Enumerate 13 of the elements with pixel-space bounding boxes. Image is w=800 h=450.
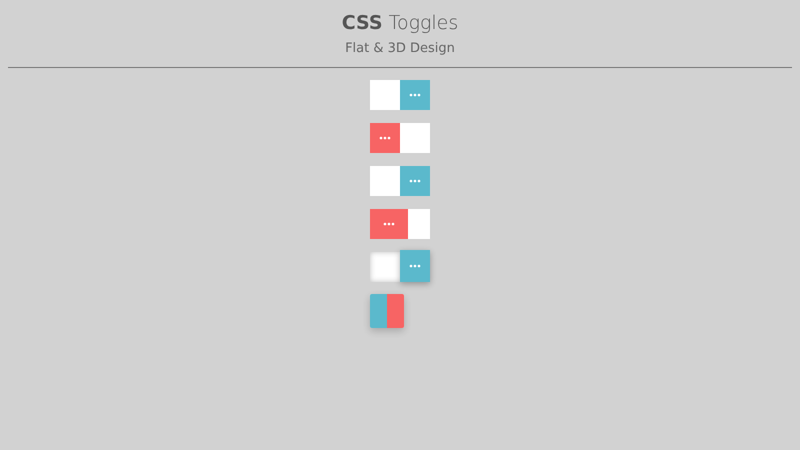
dots-icon: [409, 93, 421, 97]
page-title: CSS Toggles: [340, 11, 460, 36]
dots-icon: [409, 179, 421, 183]
toggle-switch[interactable]: [370, 80, 430, 110]
toggle-switch[interactable]: [370, 166, 430, 196]
dots-icon: [409, 264, 421, 268]
toggle-switch[interactable]: [370, 252, 430, 282]
dots-icon: [379, 136, 391, 140]
page-subtitle: Flat & 3D Design: [344, 40, 456, 58]
dots-icon: [383, 222, 395, 226]
toggle-switch[interactable]: [370, 209, 430, 239]
toggle-switch[interactable]: [370, 123, 430, 153]
toggle-switch[interactable]: [370, 294, 404, 328]
